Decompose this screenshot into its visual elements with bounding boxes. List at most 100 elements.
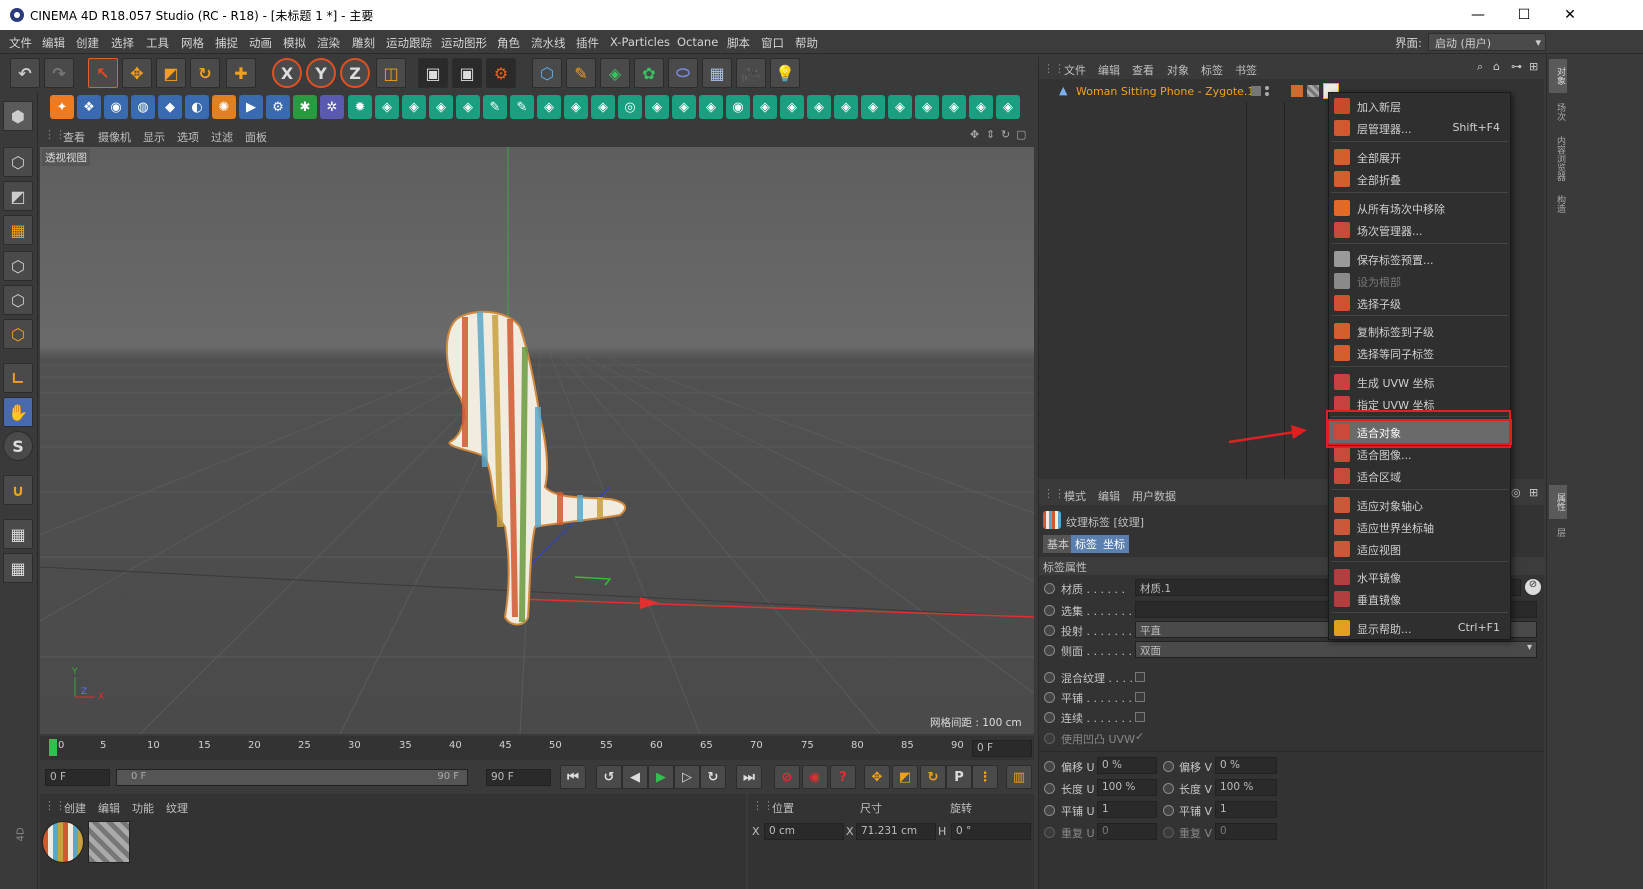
xp-tool-5-icon[interactable]: ◈: [456, 95, 480, 119]
material-radio[interactable]: [1044, 583, 1055, 594]
menu-item-remove-from-all-takes[interactable]: 从所有场次中移除: [1329, 197, 1510, 219]
polygons-mode-icon[interactable]: ⬡: [3, 319, 33, 349]
xp-tool-15-icon[interactable]: ◉: [726, 95, 750, 119]
xp-tool-4-icon[interactable]: ◈: [429, 95, 453, 119]
menu-mograph[interactable]: 运动图形: [441, 35, 487, 51]
menu-item-save-tag-preset[interactable]: 保存标签预置...: [1329, 248, 1510, 270]
xp-tool-20-icon[interactable]: ◈: [861, 95, 885, 119]
tab-layers[interactable]: 层: [1549, 521, 1567, 543]
tab-coordinates[interactable]: 坐标: [1099, 535, 1129, 553]
scale-icon[interactable]: ◩: [156, 58, 186, 88]
render-view-icon[interactable]: ▣: [418, 58, 448, 88]
om-menu-object[interactable]: 对象: [1167, 62, 1189, 78]
render-picture-viewer-icon[interactable]: ▣: [452, 58, 482, 88]
start-frame-field[interactable]: 0 F: [45, 769, 110, 786]
menu-item-expand-all[interactable]: 全部展开: [1329, 146, 1510, 168]
snap-icon[interactable]: S: [3, 431, 33, 461]
autokey-icon[interactable]: ◉: [802, 765, 828, 789]
menu-item-collapse-all[interactable]: 全部折叠: [1329, 168, 1510, 190]
redo-icon[interactable]: ↷: [44, 58, 74, 88]
visibility-render-dot[interactable]: [1265, 92, 1269, 96]
key-parameter-icon[interactable]: P: [946, 765, 972, 789]
pen-icon[interactable]: ✎: [566, 58, 596, 88]
length-u-radio[interactable]: [1044, 783, 1055, 794]
viewport-rotate-icon[interactable]: ↻: [1001, 128, 1010, 141]
go-to-start-icon[interactable]: ⏮: [560, 765, 586, 789]
rotate-icon[interactable]: ↻: [190, 58, 220, 88]
am-menu-mode[interactable]: 模式: [1064, 488, 1086, 504]
key-pla-icon[interactable]: ⋮: [972, 765, 998, 789]
xp-tool-9-icon[interactable]: ◈: [564, 95, 588, 119]
next-frame-icon[interactable]: ▷: [674, 765, 700, 789]
menu-snap[interactable]: 捕捉: [215, 35, 238, 51]
viewport-menu-display[interactable]: 显示: [143, 129, 165, 145]
mat-menu-function[interactable]: 功能: [132, 800, 154, 816]
layout-dropdown[interactable]: 启动 (用户) ▾: [1428, 33, 1546, 51]
menu-item-fit-to-region[interactable]: 适合区域: [1329, 465, 1510, 487]
length-u-field[interactable]: 100 %: [1097, 779, 1157, 796]
perspective-viewport[interactable]: 透视视图 Y Z X 网格间距 : 100 cm: [40, 147, 1034, 734]
minimize-button[interactable]: —: [1455, 0, 1501, 30]
planar-workplane-icon[interactable]: ▦: [3, 553, 33, 583]
menu-item-fit-to-object-axis[interactable]: 适应对象轴心: [1329, 494, 1510, 516]
menu-window[interactable]: 窗口: [761, 35, 784, 51]
key-position-icon[interactable]: ✥: [864, 765, 890, 789]
menu-render[interactable]: 渲染: [317, 35, 340, 51]
move-icon[interactable]: ✥: [122, 58, 152, 88]
viewport-menu-camera[interactable]: 摄像机: [98, 129, 131, 145]
position-x-field[interactable]: 0 cm: [764, 823, 844, 840]
tile-radio[interactable]: [1044, 692, 1055, 703]
seamless-checkbox[interactable]: [1135, 712, 1145, 722]
workplane-icon[interactable]: ▦: [3, 215, 33, 245]
side-radio[interactable]: [1044, 645, 1055, 656]
side-dropdown[interactable]: 双面: [1135, 641, 1537, 658]
menu-plugins[interactable]: 插件: [576, 35, 599, 51]
xp-network-icon[interactable]: ✲: [320, 95, 344, 119]
material-pick-icon[interactable]: ⊘: [1525, 579, 1541, 595]
subdivision-icon[interactable]: ◈: [600, 58, 630, 88]
xp-tool-7-icon[interactable]: ✎: [510, 95, 534, 119]
viewport-menu-panel[interactable]: 面板: [245, 129, 267, 145]
edges-mode-icon[interactable]: ⬡: [3, 285, 33, 315]
tab-takes[interactable]: 场次: [1549, 95, 1567, 129]
undo-icon[interactable]: ↶: [10, 58, 40, 88]
tweak-mode-icon[interactable]: ✋: [3, 397, 33, 427]
menu-sculpt[interactable]: 雕刻: [352, 35, 375, 51]
go-to-end-icon[interactable]: ⏭: [736, 765, 762, 789]
viewport-zoom-icon[interactable]: ⇕: [986, 128, 995, 141]
key-rotation-icon[interactable]: ↻: [920, 765, 946, 789]
projection-radio[interactable]: [1044, 625, 1055, 636]
xp-modifier-icon[interactable]: ⚙: [266, 95, 290, 119]
menu-file[interactable]: 文件: [9, 35, 32, 51]
xp-flow-icon[interactable]: ▶: [239, 95, 263, 119]
viewport-menu-view[interactable]: 查看: [63, 129, 85, 145]
xp-tool-2-icon[interactable]: ◈: [375, 95, 399, 119]
xp-question-icon[interactable]: ◆: [158, 95, 182, 119]
length-v-radio[interactable]: [1163, 783, 1174, 794]
mat-menu-texture[interactable]: 纹理: [166, 800, 188, 816]
maximize-button[interactable]: ☐: [1501, 0, 1547, 30]
mat-menu-edit[interactable]: 编辑: [98, 800, 120, 816]
timeline-ruler[interactable]: 0 5 10 15 20 25 30 35 40 45 50 55 60 65 …: [40, 736, 1034, 760]
offset-u-radio[interactable]: [1044, 761, 1055, 772]
menu-item-mirror-horizontally[interactable]: 水平镜像: [1329, 566, 1510, 588]
y-axis-icon[interactable]: Y: [306, 58, 336, 88]
viewport-maximize-icon[interactable]: ▢: [1016, 128, 1026, 141]
tab-content-browser[interactable]: 内容浏览器: [1549, 131, 1567, 185]
am-menu-edit[interactable]: 编辑: [1098, 488, 1120, 504]
menu-item-fit-to-world-axis[interactable]: 适应世界坐标轴: [1329, 516, 1510, 538]
magnet-icon[interactable]: ∪: [3, 475, 33, 505]
menu-item-fit-to-view[interactable]: 适应视图: [1329, 538, 1510, 560]
xp-spray-icon[interactable]: ✱: [293, 95, 317, 119]
lock-icon[interactable]: ◎: [1511, 486, 1521, 499]
xp-tool-24-icon[interactable]: ◈: [969, 95, 993, 119]
om-menu-edit[interactable]: 编辑: [1098, 62, 1120, 78]
tab-tag[interactable]: 标签: [1071, 535, 1101, 553]
new-manager-icon[interactable]: ⊞: [1529, 486, 1538, 499]
rotation-h-field[interactable]: 0 °: [951, 823, 1031, 840]
xp-tool-17-icon[interactable]: ◈: [780, 95, 804, 119]
tiles-u-field[interactable]: 1: [1097, 801, 1157, 818]
menu-script[interactable]: 脚本: [727, 35, 750, 51]
am-menu-userdata[interactable]: 用户数据: [1132, 488, 1176, 504]
menu-simulate[interactable]: 模拟: [283, 35, 306, 51]
